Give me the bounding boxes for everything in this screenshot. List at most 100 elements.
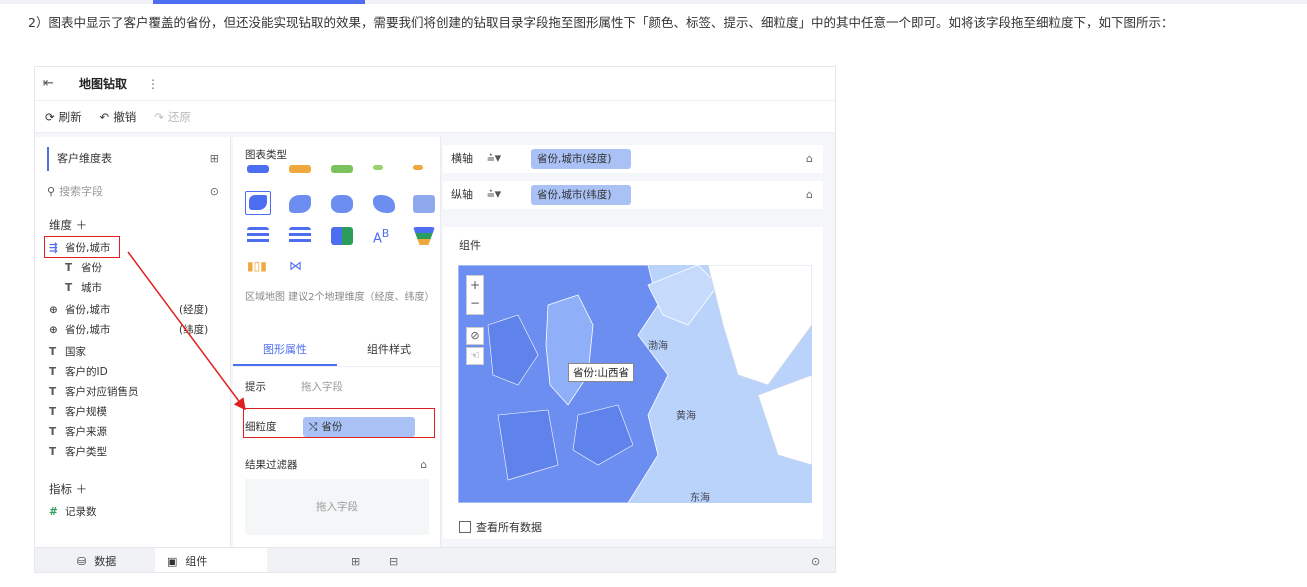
chart-type-icon[interactable]: [331, 165, 353, 173]
field-search[interactable]: ⚲ 搜索字段 ⊙: [47, 181, 219, 203]
point-map-icon[interactable]: [289, 195, 311, 213]
lock-icon[interactable]: ⌂: [806, 181, 813, 209]
tab-graphic-attributes[interactable]: 图形属性: [233, 333, 337, 366]
field-province[interactable]: T 省份: [65, 259, 102, 277]
dataset-selector[interactable]: 客户维度表 ⊞: [47, 147, 219, 171]
chart-config-panel: 图表类型 AB ▮▯▮ ⋈ 区域地图 建议2个地理维度（经度、纬度） 图形属性 …: [233, 137, 441, 547]
refresh-icon: ⟳: [45, 109, 55, 124]
undo-icon: ↶: [99, 109, 110, 124]
region-map-selected[interactable]: [245, 191, 271, 215]
sea-label-east: 东海: [690, 493, 710, 503]
field-customer-id[interactable]: T 客户的ID: [49, 363, 108, 381]
chart-type-icon[interactable]: [413, 165, 423, 170]
field-label: 记录数: [65, 506, 97, 518]
liaoning-province[interactable]: [647, 265, 719, 326]
x-axis-field-pill[interactable]: 省份,城市(经度): [531, 149, 631, 169]
zoom-control[interactable]: + −: [466, 275, 484, 315]
box-plot-icon[interactable]: ▮▯▮: [247, 259, 269, 277]
more-options-icon[interactable]: ⊙: [210, 181, 219, 203]
field-salesperson[interactable]: T 客户对应销售员: [49, 383, 139, 401]
sea-label-bohai: 渤海: [648, 341, 668, 352]
dimension-section-title[interactable]: 维度 ＋: [49, 217, 87, 233]
detail-table-icon[interactable]: [289, 227, 311, 245]
tooltip-property-row[interactable]: 提示 拖入字段: [245, 375, 435, 399]
field-customer-source[interactable]: T 客户来源: [49, 423, 107, 441]
bubble-map-icon[interactable]: [331, 195, 353, 213]
field-label: 客户来源: [65, 426, 107, 438]
zoom-out-button[interactable]: −: [467, 294, 483, 312]
field-country[interactable]: T 国家: [49, 343, 86, 361]
text-type-icon: T: [49, 346, 57, 358]
toolbar: ⟳ 刷新 ↶ 撤销 ↷ 还原: [35, 101, 835, 133]
tab-component-style[interactable]: 组件样式: [337, 333, 441, 366]
axis-type-icon[interactable]: ⩮▾: [487, 181, 501, 209]
sankey-icon[interactable]: ⋈: [289, 259, 311, 277]
y-axis-field-pill[interactable]: 省份,城市(纬度): [531, 185, 631, 205]
tooltip-drop-placeholder: 拖入字段: [301, 381, 343, 393]
show-all-data-checkbox[interactable]: 查看所有数据: [459, 519, 542, 535]
highlight-box-granularity: [243, 408, 435, 438]
refresh-button[interactable]: ⟳ 刷新: [45, 109, 82, 125]
intro-paragraph: 2）图表中显示了客户覆盖的省份，但还没能实现钻取的效果，需要我们将创建的钻取目录…: [28, 15, 1174, 30]
text-type-icon: T: [65, 262, 73, 274]
funnel-icon[interactable]: [413, 227, 435, 245]
page-top-strip: [0, 0, 1307, 4]
word-cloud-icon[interactable]: AB: [373, 227, 395, 246]
field-label: 客户对应销售员: [65, 386, 139, 398]
title-bar: ⇤ 地图钻取 ⋮: [35, 67, 835, 101]
redo-button[interactable]: ↷ 还原: [154, 109, 191, 125]
redo-icon: ↷: [154, 109, 164, 124]
field-customer-type[interactable]: T 客户类型: [49, 443, 107, 461]
back-icon[interactable]: ⇤: [43, 76, 59, 91]
x-axis-label: 横轴: [451, 152, 473, 165]
heat-map-icon[interactable]: [413, 195, 435, 213]
field-tag: (纬度): [179, 324, 209, 336]
number-type-icon: #: [49, 506, 58, 518]
field-record-count[interactable]: # 记录数: [49, 503, 97, 521]
tab-component[interactable]: ▣ 组件: [155, 548, 267, 572]
axis-type-icon[interactable]: ⩮▾: [487, 145, 501, 173]
field-label: 客户的ID: [65, 366, 108, 378]
map-tooltip: 省份:山西省: [568, 363, 635, 382]
add-component-icon[interactable]: ⊞: [351, 548, 360, 572]
undo-button[interactable]: ↶ 撤销: [100, 109, 137, 125]
y-axis-row: 纵轴 ⩮▾ 省份,城市(纬度) ⌂: [443, 181, 823, 209]
text-type-icon: T: [49, 426, 57, 438]
more-menu-icon[interactable]: ⋮: [147, 77, 159, 91]
x-axis-row: 横轴 ⩮▾ 省份,城市(经度) ⌂: [443, 145, 823, 173]
text-type-icon: T: [49, 446, 57, 458]
hand-tool-icon[interactable]: ☜: [466, 347, 484, 365]
flow-map-icon[interactable]: [373, 195, 395, 213]
chart-type-icon[interactable]: [289, 165, 311, 173]
show-all-label: 查看所有数据: [476, 521, 542, 534]
field-tag: (经度): [179, 304, 209, 316]
lock-icon[interactable]: ⌂: [806, 145, 813, 173]
zoom-in-button[interactable]: +: [467, 276, 483, 294]
tab-data[interactable]: ⛁ 数据: [65, 548, 128, 572]
switch-dataset-icon[interactable]: ⊞: [210, 147, 219, 171]
field-customer-size[interactable]: T 客户规模: [49, 403, 107, 421]
undo-label: 撤销: [113, 109, 137, 124]
field-longitude[interactable]: ⊕ 省份,城市 (经度): [49, 301, 208, 319]
data-tab-label: 数据: [94, 555, 117, 568]
field-latitude[interactable]: ⊕ 省份,城市 (纬度): [49, 321, 208, 339]
add-dashboard-icon[interactable]: ⊟: [389, 548, 398, 572]
treemap-icon[interactable]: [331, 227, 353, 245]
checkbox-box[interactable]: [459, 521, 471, 533]
region-map[interactable]: + − ⊘ ☜ 省份:山西省 渤海 黄海 东海: [458, 265, 812, 503]
metric-section-title[interactable]: 指标 ＋: [49, 481, 87, 497]
result-filter-row: 结果过滤器 ⌂: [245, 453, 435, 477]
chart-type-icon[interactable]: [247, 165, 269, 173]
window-title: 地图钻取: [79, 77, 128, 91]
field-city[interactable]: T 城市: [65, 279, 102, 297]
chart-type-icon[interactable]: [373, 165, 383, 170]
refresh-label: 刷新: [58, 109, 82, 124]
select-tool-icon[interactable]: ⊘: [466, 327, 484, 345]
chart-type-hint: 区域地图 建议2个地理维度（经度、纬度）: [245, 292, 435, 303]
lock-icon[interactable]: ⌂: [420, 453, 427, 477]
text-type-icon: T: [49, 366, 57, 378]
filter-drop-zone[interactable]: 拖入字段: [245, 479, 429, 535]
search-icon: ⚲: [47, 185, 56, 198]
list-chart-icon[interactable]: [247, 227, 269, 245]
collapse-icon[interactable]: ⊙: [811, 548, 820, 572]
